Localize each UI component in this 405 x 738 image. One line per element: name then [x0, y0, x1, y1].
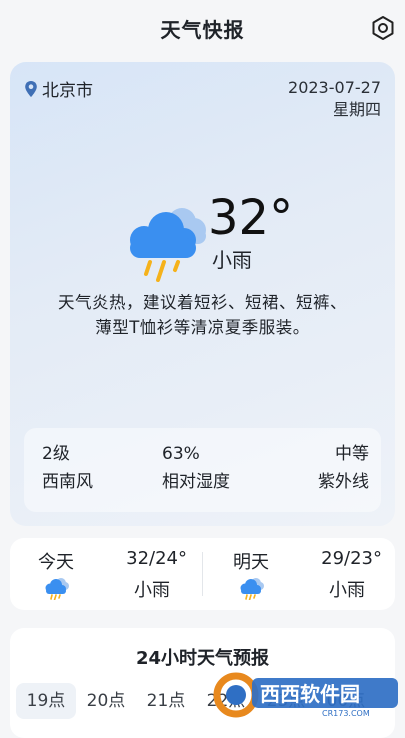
watermark-logo: 西西软件园 CR173.COM — [213, 672, 398, 718]
two-day-forecast-card: 今天 32/24° 小雨 明天 29/23° 小雨 — [10, 538, 395, 610]
cloud-rain-icon — [45, 578, 69, 600]
location-pin-icon — [25, 80, 37, 97]
wind-level: 2级 — [42, 444, 70, 464]
location[interactable]: 北京市 — [24, 76, 93, 101]
watermark-subtext: CR173.COM — [322, 709, 370, 718]
weekday-text: 星期四 — [332, 100, 381, 119]
forecast-temp-range: 29/23° — [321, 548, 382, 569]
humidity-label: 相对湿度 — [162, 472, 230, 492]
forecast-divider — [202, 552, 203, 596]
date-text: 2023-07-27 — [288, 78, 381, 97]
humidity-stat: 63% 相对湿度 — [162, 440, 230, 496]
watermark-text: 西西软件园 — [260, 682, 360, 706]
clothing-advice: 天气炎热，建议着短衫、短裙、短裤、 薄型T恤衫等清凉夏季服装。 — [30, 290, 375, 340]
weather-stats-panel: 2级 西南风 63% 相对湿度 中等 紫外线 — [24, 428, 381, 512]
forecast-condition: 小雨 — [329, 580, 365, 601]
forecast-temp-range: 32/24° — [126, 548, 187, 569]
cloud-rain-icon — [240, 578, 264, 600]
hour-item[interactable]: 19点 — [16, 683, 76, 719]
uv-value: 中等 — [335, 444, 369, 464]
wind-stat: 2级 西南风 — [42, 440, 93, 496]
hour-item[interactable]: 21点 — [136, 683, 196, 719]
cloud-rain-thunder-icon — [130, 208, 206, 282]
humidity-value: 63% — [162, 444, 200, 464]
hour-item[interactable]: 20点 — [76, 683, 136, 719]
current-weather-card: 北京市 2023-07-27 星期四 32° 小雨 天气炎热，建议着短衫、短裙、… — [10, 62, 395, 526]
settings-icon[interactable] — [369, 14, 397, 42]
current-condition: 小雨 — [212, 248, 252, 272]
page-title: 天气快报 — [160, 18, 245, 42]
hourly-forecast-title: 24小时天气预报 — [135, 648, 270, 669]
app-header: 天气快报 — [0, 0, 405, 56]
forecast-day-name: 明天 — [233, 552, 269, 573]
uv-label: 紫外线 — [318, 472, 369, 492]
date-block: 2023-07-27 星期四 — [288, 77, 381, 121]
wind-direction: 西南风 — [42, 472, 93, 492]
uv-stat: 中等 紫外线 — [318, 440, 369, 496]
forecast-day-name: 今天 — [38, 552, 74, 573]
forecast-today[interactable]: 今天 32/24° 小雨 — [10, 546, 195, 602]
current-temperature: 32° — [208, 190, 294, 246]
advice-line-2: 薄型T恤衫等清凉夏季服装。 — [95, 318, 310, 337]
advice-line-1: 天气炎热，建议着短衫、短裙、短裤、 — [58, 293, 347, 312]
city-name: 北京市 — [42, 81, 93, 101]
forecast-tomorrow[interactable]: 明天 29/23° 小雨 — [205, 546, 390, 602]
forecast-condition: 小雨 — [134, 580, 170, 601]
